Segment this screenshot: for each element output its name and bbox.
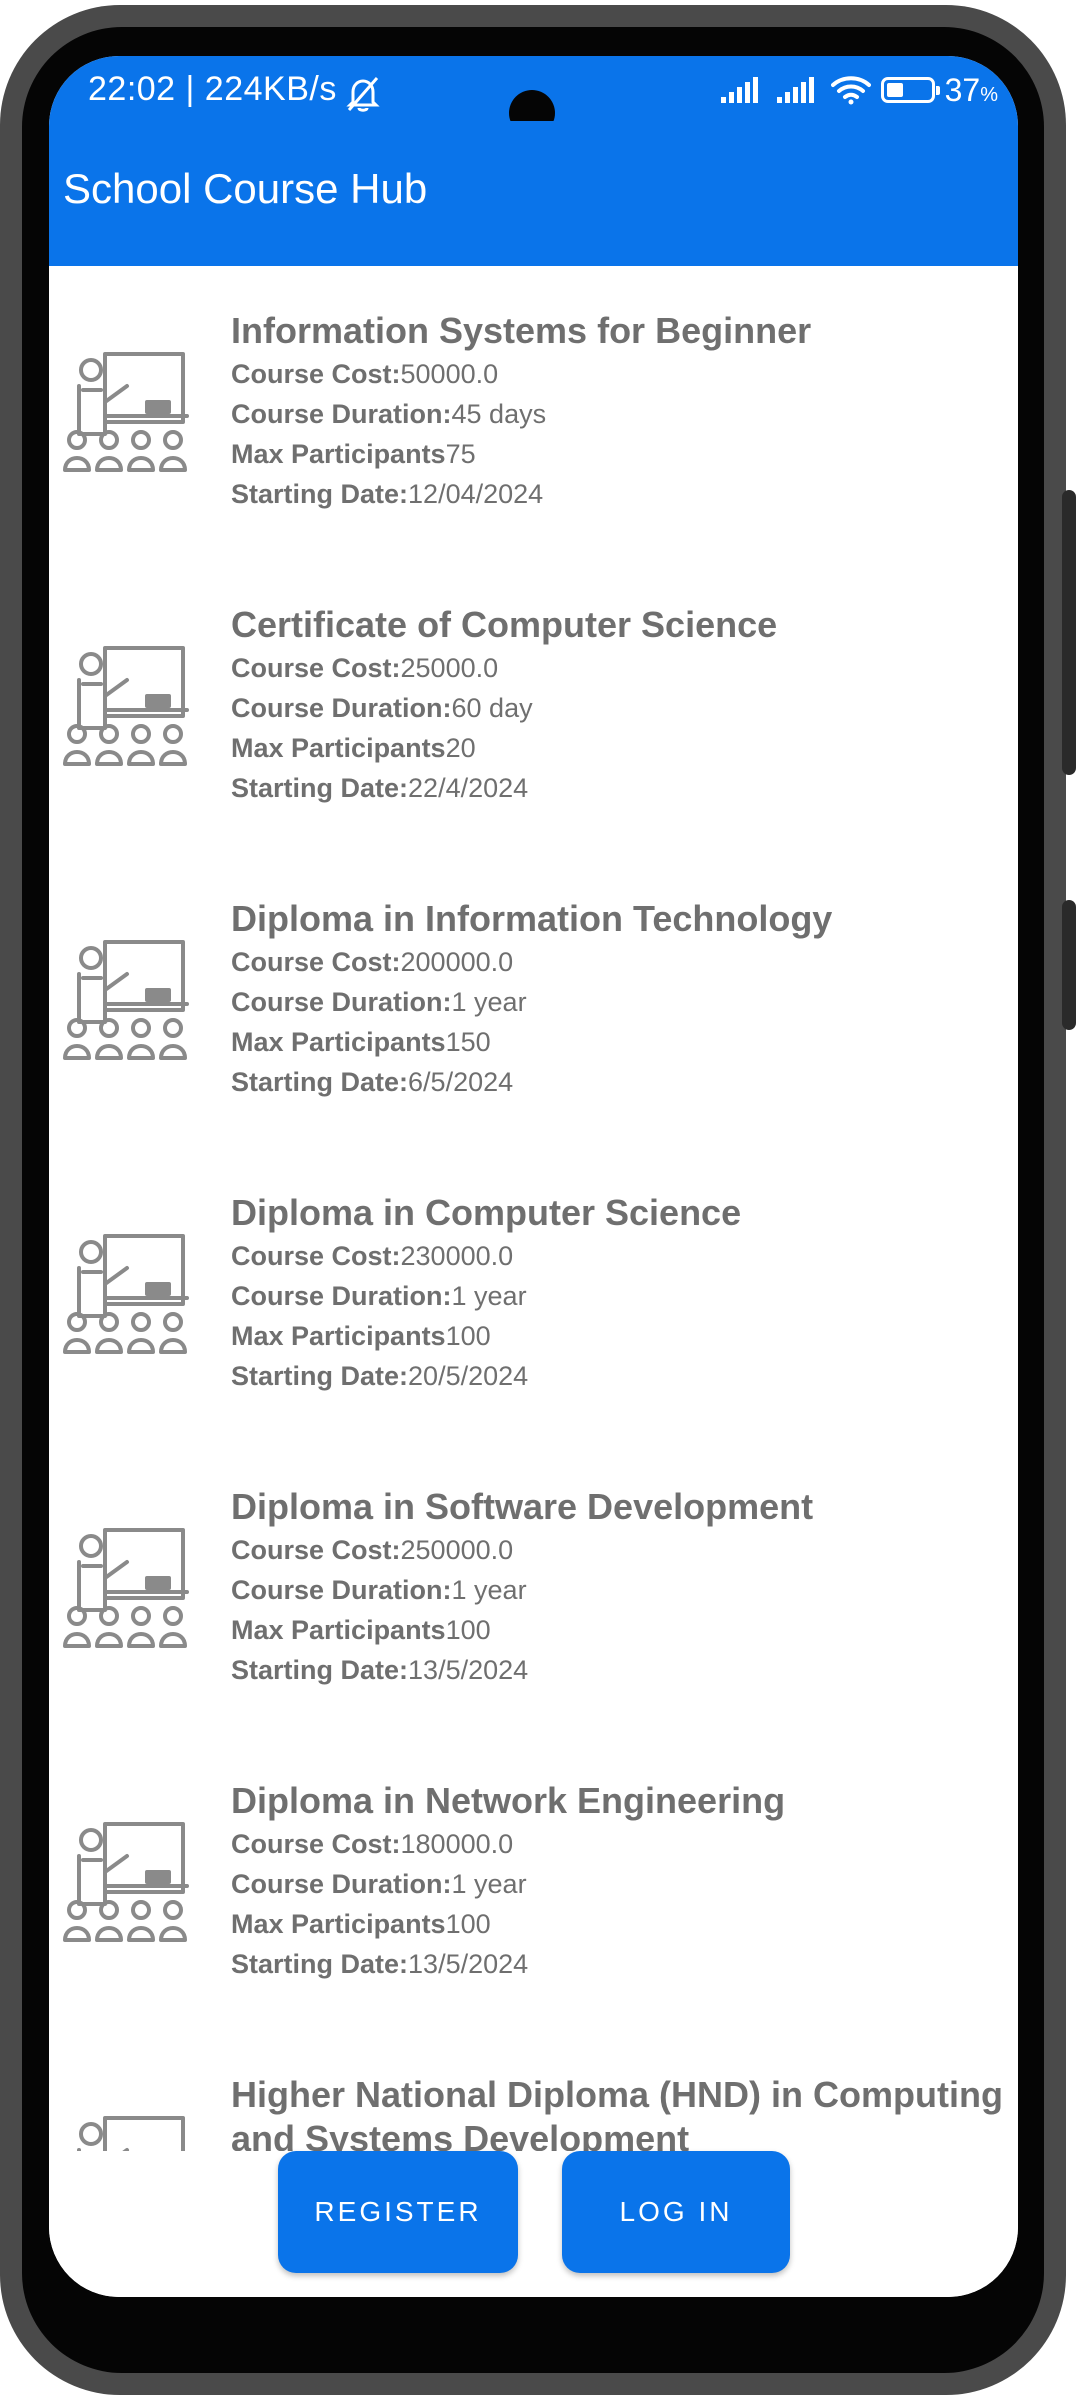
course-cost: Course Cost:50000.0 [231, 359, 499, 389]
course-max-participants: Max Participants100 [231, 1321, 491, 1351]
course-cost: Course Cost:25000.0 [231, 653, 499, 683]
app-bar: School Course Hub [49, 121, 1018, 266]
course-title: Information Systems for Beginner [231, 310, 812, 351]
course-starting-date: Starting Date:6/5/2024 [231, 1067, 514, 1097]
course-cost: Course Cost:250000.0 [231, 1535, 514, 1565]
status-time: 22:02 | 224KB/s [88, 70, 337, 108]
battery-icon [880, 77, 940, 103]
status-bar: 22:02 | 224KB/s 37% [49, 56, 1018, 136]
course-duration: Course Duration:1 year [231, 987, 527, 1017]
course-title: Diploma in Information Technology [231, 898, 833, 939]
course-item[interactable]: Information Systems for Beginner Course … [49, 266, 1018, 560]
battery-level-fill [886, 83, 903, 97]
course-duration: Course Duration:1 year [231, 1281, 527, 1311]
teacher-classroom-icon [61, 2110, 189, 2151]
teacher-classroom-icon [61, 1522, 189, 1652]
teacher-classroom-icon [61, 640, 189, 770]
course-title: Diploma in Computer Science [231, 1192, 742, 1233]
course-duration: Course Duration:1 year [231, 1869, 527, 1899]
course-starting-date: Starting Date:20/5/2024 [231, 1361, 529, 1391]
teacher-classroom-icon [61, 346, 189, 476]
device-frame: 22:02 | 224KB/s 37% School Course Hub In… [0, 0, 1080, 2400]
course-duration: Course Duration:1 year [231, 1575, 527, 1605]
side-button-volume [1062, 900, 1076, 1030]
bottom-actions: REGISTER LOG IN [49, 2151, 1018, 2297]
course-duration: Course Duration:60 day [231, 693, 533, 723]
app-title: School Course Hub [63, 165, 428, 212]
course-max-participants: Max Participants150 [231, 1027, 491, 1057]
teacher-classroom-icon [61, 934, 189, 1064]
course-item[interactable]: Diploma in Information Technology Course… [49, 854, 1018, 1148]
course-max-participants: Max Participants100 [231, 1615, 491, 1645]
course-starting-date: Starting Date:22/4/2024 [231, 773, 529, 803]
course-item[interactable]: Diploma in Network Engineering Course Co… [49, 1736, 1018, 2030]
course-max-participants: Max Participants100 [231, 1909, 491, 1939]
course-duration: Course Duration:45 days [231, 399, 547, 429]
course-item[interactable]: Higher National Diploma (HND) in Computi… [49, 2030, 1018, 2151]
signal-bars-icon-2 [776, 77, 814, 103]
course-cost: Course Cost:200000.0 [231, 947, 514, 977]
course-cost: Course Cost:180000.0 [231, 1829, 514, 1859]
course-item[interactable]: Certificate of Computer Science Course C… [49, 560, 1018, 854]
course-title: Higher National Diploma (HND) in Computi… [231, 2074, 1003, 2115]
teacher-classroom-icon [61, 1816, 189, 1946]
bell-muted-icon [346, 77, 380, 112]
teacher-classroom-icon [61, 1228, 189, 1358]
course-title: Diploma in Software Development [231, 1486, 814, 1527]
signal-bars-icon [720, 77, 758, 103]
battery-percent: 37% [944, 71, 998, 108]
course-item[interactable]: Diploma in Computer Science Course Cost:… [49, 1148, 1018, 1442]
course-starting-date: Starting Date:12/04/2024 [231, 479, 544, 509]
course-title: Certificate of Computer Science [231, 604, 778, 645]
course-cost: Course Cost:230000.0 [231, 1241, 514, 1271]
screen: 22:02 | 224KB/s 37% School Course Hub In… [49, 56, 1018, 2297]
course-item[interactable]: Diploma in Software Development Course C… [49, 1442, 1018, 1736]
course-list[interactable]: Information Systems for Beginner Course … [49, 266, 1018, 2151]
wifi-icon [830, 76, 871, 105]
course-max-participants: Max Participants75 [231, 439, 476, 469]
status-icons: 37% [719, 70, 998, 110]
course-max-participants: Max Participants20 [231, 733, 476, 763]
course-starting-date: Starting Date:13/5/2024 [231, 1655, 529, 1685]
course-title-line2: and Systems Development [231, 2118, 690, 2151]
register-button[interactable]: REGISTER [278, 2151, 518, 2273]
side-button-power [1062, 490, 1076, 775]
login-button[interactable]: LOG IN [562, 2151, 790, 2273]
course-starting-date: Starting Date:13/5/2024 [231, 1949, 529, 1979]
course-title: Diploma in Network Engineering [231, 1780, 786, 1821]
